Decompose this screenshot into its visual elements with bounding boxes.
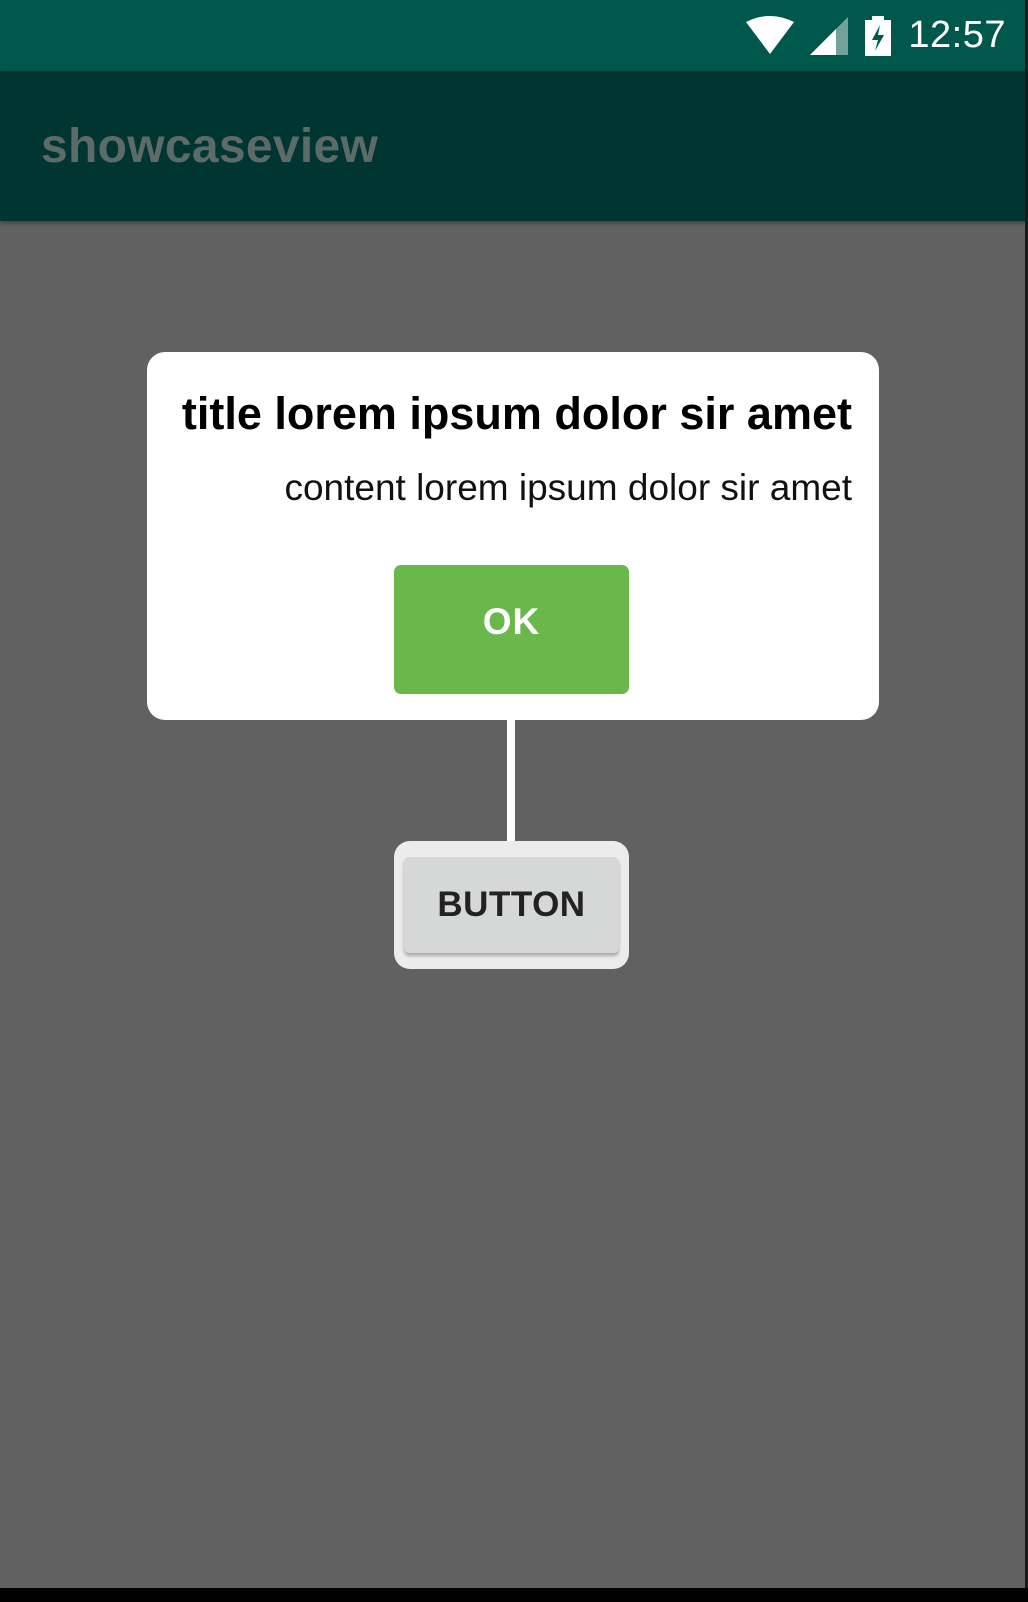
showcase-connector-line <box>507 720 515 842</box>
showcase-highlight: BUTTON <box>394 841 629 969</box>
wifi-icon <box>746 15 795 56</box>
app-bar: showcaseview <box>0 71 1028 221</box>
showcase-tooltip: title lorem ipsum dolor sir amet content… <box>147 352 879 720</box>
status-time: 12:57 <box>908 14 1006 56</box>
ok-button[interactable]: OK <box>394 565 629 694</box>
target-button[interactable]: BUTTON <box>404 857 619 953</box>
app-title: showcaseview <box>41 120 379 173</box>
screen: 12:57 showcaseview title lorem ipsum dol… <box>0 0 1028 1602</box>
cellular-signal-icon <box>810 16 849 55</box>
battery-charging-icon <box>864 15 892 56</box>
showcase-content: content lorem ipsum dolor sir amet <box>284 467 852 508</box>
status-icons: 12:57 <box>746 0 1006 71</box>
bottom-edge <box>0 1588 1028 1602</box>
showcase-title: title lorem ipsum dolor sir amet <box>181 388 852 439</box>
status-bar: 12:57 <box>0 0 1028 71</box>
